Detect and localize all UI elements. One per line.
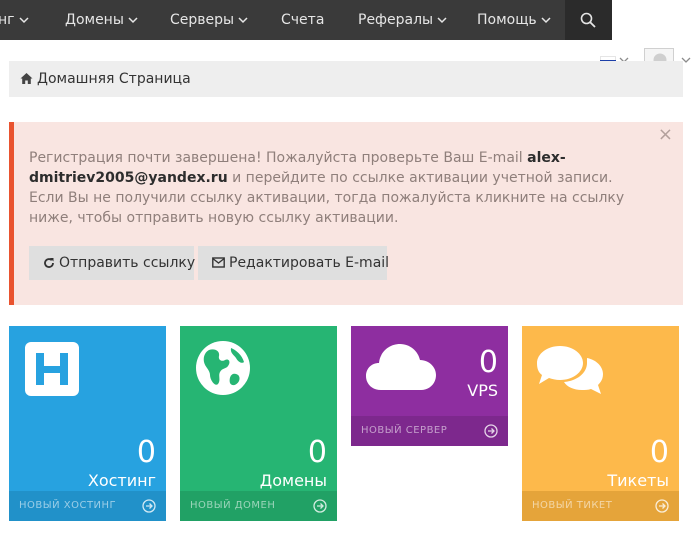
nav-item-servers[interactable]: Серверы (170, 0, 248, 40)
nav-item-domains[interactable]: Домены (65, 0, 138, 40)
nav-item-label: Рефералы (358, 12, 434, 28)
tile-count: 0 (307, 435, 327, 470)
tile-footer-label: НОВЫЙ ТИКЕТ (532, 500, 613, 511)
chevron-down-icon (128, 16, 138, 23)
alert-text: Регистрация почти завершена! Пожалуйста … (29, 150, 528, 166)
arrow-circle-right-icon (313, 499, 327, 513)
breadcrumb-current: Домашняя Страница (37, 71, 191, 87)
tile-title: Хостинг (87, 471, 156, 490)
search-button[interactable] (565, 0, 612, 40)
tile-count: 0 (136, 435, 156, 470)
hosting-h-icon (25, 342, 79, 396)
nav-item-label: Помощь (477, 12, 537, 28)
nav-item-help[interactable]: Помощь (477, 0, 551, 40)
tile-count: 0 (649, 435, 669, 470)
tile-hosting[interactable]: 0 Хостинг НОВЫЙ ХОСТИНГ (9, 326, 166, 521)
tile-footer-label: НОВЫЙ ХОСТИНГ (19, 500, 117, 511)
nav-item-referrals[interactable]: Рефералы (358, 0, 447, 40)
activation-alert: × Регистрация почти завершена! Пожалуйст… (9, 122, 683, 305)
chat-bubbles-icon (537, 346, 603, 394)
tile-count: 0 (478, 345, 498, 380)
alert-email: dmitriev2005@yandex.ru (29, 170, 228, 186)
arrow-circle-right-icon (484, 424, 498, 438)
alert-email: alex- (527, 150, 566, 166)
globe-icon (196, 341, 250, 395)
tile-title: Тикеты (607, 471, 669, 490)
nav-item-label: Счета (281, 12, 325, 28)
nav-item-label: Серверы (170, 12, 235, 28)
refresh-icon (44, 258, 54, 268)
tile-footer-new-domain[interactable]: НОВЫЙ ДОМЕН (180, 491, 337, 521)
tile-footer-new-server[interactable]: НОВЫЙ СЕРВЕР (351, 416, 508, 446)
tile-vps[interactable]: 0 VPS НОВЫЙ СЕРВЕР (351, 326, 508, 446)
chevron-down-icon (541, 16, 551, 23)
tile-footer-label: НОВЫЙ СЕРВЕР (361, 425, 448, 436)
envelope-icon (212, 257, 225, 268)
breadcrumb: Домашняя Страница (9, 61, 683, 97)
tile-footer-new-hosting[interactable]: НОВЫЙ ХОСТИНГ (9, 491, 166, 521)
close-icon[interactable]: × (658, 124, 673, 145)
search-icon (580, 12, 596, 28)
nav-item-invoices[interactable]: Счета (281, 0, 324, 40)
cloud-icon (366, 344, 436, 390)
arrow-circle-right-icon (655, 499, 669, 513)
top-navbar: нг Домены Серверы Счета Рефералы Помощь (0, 0, 700, 40)
chevron-down-icon (238, 16, 248, 23)
tile-title: VPS (467, 381, 498, 400)
tile-title: Домены (259, 471, 327, 490)
nav-item-label: Домены (65, 12, 124, 28)
nav-item-label: нг (0, 12, 15, 28)
tile-footer-new-ticket[interactable]: НОВЫЙ ТИКЕТ (522, 491, 679, 521)
edit-email-button[interactable]: Редактировать E-mail (198, 246, 389, 280)
tile-footer-label: НОВЫЙ ДОМЕН (190, 500, 276, 511)
home-icon[interactable] (20, 72, 33, 85)
arrow-circle-right-icon (142, 499, 156, 513)
tile-domains[interactable]: 0 Домены НОВЫЙ ДОМЕН (180, 326, 337, 521)
chevron-down-icon (437, 16, 447, 23)
chevron-down-icon (18, 16, 29, 23)
tile-tickets[interactable]: 0 Тикеты НОВЫЙ ТИКЕТ (522, 326, 679, 521)
resend-link-button[interactable]: Отправить ссылку (29, 246, 195, 280)
nav-item-hosting[interactable]: нг (0, 0, 29, 40)
alert-message: Регистрация почти завершена! Пожалуйста … (29, 148, 639, 228)
